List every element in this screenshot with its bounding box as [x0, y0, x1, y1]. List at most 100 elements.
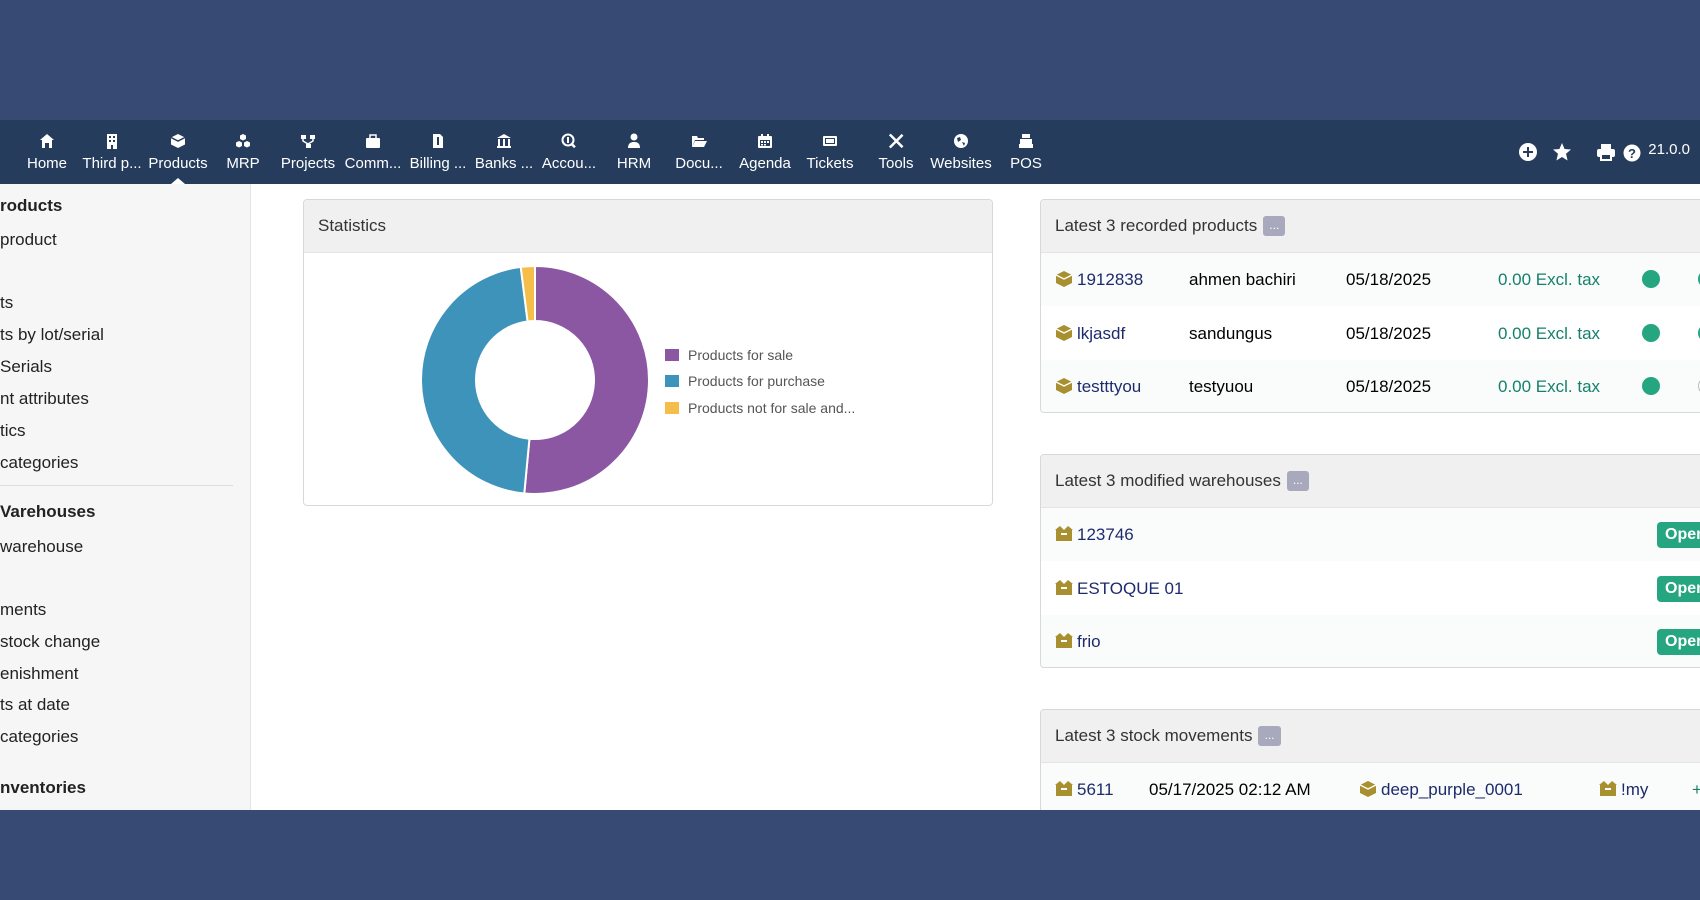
menu-item-home[interactable]: Home [14, 120, 80, 184]
menu-item-label: Banks ... [474, 155, 534, 172]
product-label: testyuou [1189, 377, 1254, 396]
menu-item-banks[interactable]: Banks ... [471, 120, 537, 184]
user-tie-icon [628, 133, 640, 148]
status-on-sale-dot [1642, 377, 1660, 395]
product-icon [1055, 271, 1073, 287]
menu-item-tools[interactable]: Tools [863, 120, 929, 184]
menu-item-third-p[interactable]: Third p... [79, 120, 145, 184]
latest-movements-title: Latest 3 stock movements [1055, 726, 1253, 745]
product-label: sandungus [1189, 324, 1273, 343]
warehouse-icon [1055, 580, 1073, 596]
sidebar-item-stock-change[interactable]: stock change [0, 632, 100, 652]
menu-item-agenda[interactable]: Agenda [732, 120, 798, 184]
product-ref-link[interactable]: lkjasdf [1077, 307, 1125, 360]
legend-swatch [665, 402, 679, 414]
menu-item-docu[interactable]: Docu... [666, 120, 732, 184]
status-badge: Open [1657, 576, 1700, 602]
status-on-sale-dot [1642, 270, 1660, 288]
movement-qty: + [1692, 763, 1700, 810]
menu-item-label: Products [148, 155, 208, 172]
menu-item-label: POS [1010, 155, 1042, 172]
more-button[interactable]: ... [1258, 726, 1281, 746]
menu-item-billing[interactable]: Billing ... [405, 120, 471, 184]
menu-item-products[interactable]: Products [145, 120, 211, 184]
warehouse-icon [1055, 633, 1073, 649]
product-label: ahmen bachiri [1189, 270, 1296, 289]
movement-icon [1055, 781, 1073, 797]
latest-products-title: Latest 3 recorded products [1055, 216, 1258, 235]
product-icon [1055, 325, 1073, 341]
movement-product-link[interactable]: deep_purple_0001 [1381, 763, 1523, 810]
statistics-donut-chart [420, 264, 650, 495]
star-icon[interactable] [1552, 142, 1572, 162]
left-sidebar: roducts product ts ts by lot/serial Seri… [0, 184, 251, 810]
latest-warehouses-title: Latest 3 modified warehouses [1055, 471, 1281, 490]
latest-movements-header: Latest 3 stock movements ... [1041, 710, 1700, 763]
table-row: ESTOQUE 01 Open [1041, 562, 1700, 615]
plus-circle-icon[interactable] [1518, 142, 1538, 162]
pie-slice-2[interactable] [420, 265, 531, 495]
menu-item-label: Projects [280, 155, 336, 172]
sidebar-item-stocks-at-date[interactable]: ts at date [0, 695, 70, 715]
sidebar-title-products[interactable]: roducts [0, 196, 62, 216]
menu-item-label: Agenda [739, 155, 791, 172]
latest-products-panel: Latest 3 recorded products ... 1912838 a… [1040, 199, 1700, 413]
menu-item-label: Billing ... [409, 155, 467, 172]
warehouse-ref-link[interactable]: ESTOQUE 01 [1077, 562, 1183, 615]
status-on-sale-dot [1642, 324, 1660, 342]
menu-item-tickets[interactable]: Tickets [797, 120, 863, 184]
more-button[interactable]: ... [1263, 216, 1286, 236]
svg-text:?: ? [1628, 146, 1636, 161]
product-date: 05/18/2025 [1346, 270, 1432, 289]
print-icon[interactable] [1596, 142, 1616, 162]
table-row: lkjasdf sandungus 05/18/2025 0.00 Excl. … [1041, 307, 1700, 360]
latest-products-header: Latest 3 recorded products ... [1041, 200, 1700, 253]
legend-item: Products for sale [665, 347, 793, 363]
warehouse-ref-link[interactable]: 123746 [1077, 508, 1134, 561]
menu-item-label: Docu... [675, 155, 723, 172]
sidebar-item-products-by-lot[interactable]: ts by lot/serial [0, 325, 104, 345]
cash-register-icon [1019, 134, 1033, 148]
menu-item-pos[interactable]: POS [993, 120, 1059, 184]
latest-warehouses-header: Latest 3 modified warehouses ... [1041, 455, 1700, 508]
more-button[interactable]: ... [1286, 471, 1309, 491]
product-price: 0.00 Excl. tax [1498, 324, 1601, 343]
menu-item-hrm[interactable]: HRM [601, 120, 667, 184]
ticket-icon [823, 136, 837, 146]
sidebar-item-new-product[interactable]: product [0, 230, 57, 250]
table-row: 1912838 ahmen bachiri 05/18/2025 0.00 Ex… [1041, 253, 1700, 306]
menu-item-accou[interactable]: Accou... [536, 120, 602, 184]
sidebar-item-statistics[interactable]: tics [0, 421, 26, 441]
sidebar-item-product-categories[interactable]: categories [0, 453, 78, 473]
product-price: 0.00 Excl. tax [1498, 270, 1601, 289]
sidebar-item-movements[interactable]: ments [0, 600, 46, 620]
menu-item-websites[interactable]: Websites [928, 120, 994, 184]
sidebar-item-replenishment[interactable]: enishment [0, 664, 78, 684]
sidebar-item-variant-attributes[interactable]: nt attributes [0, 389, 89, 409]
help-icon[interactable]: ? [1622, 142, 1642, 162]
warehouse-ref-link[interactable]: frio [1077, 615, 1101, 667]
menu-item-comm[interactable]: Comm... [340, 120, 406, 184]
menu-item-label: Accou... [541, 155, 597, 172]
sidebar-item-warehouse-categories[interactable]: categories [0, 727, 78, 747]
cubes-icon [236, 134, 250, 148]
product-price: 0.00 Excl. tax [1498, 377, 1601, 396]
sidebar-title-warehouses[interactable]: Varehouses [0, 502, 95, 522]
menu-item-mrp[interactable]: MRP [210, 120, 276, 184]
latest-movements-panel: Latest 3 stock movements ... 5611 05/17/… [1040, 709, 1700, 810]
invoice-icon [433, 134, 443, 148]
menu-item-projects[interactable]: Projects [275, 120, 341, 184]
product-ref-link[interactable]: 1912838 [1077, 253, 1143, 306]
sidebar-title-inventories[interactable]: nventories [0, 778, 86, 798]
product-ref-link[interactable]: testttyou [1077, 360, 1141, 412]
movement-warehouse-link[interactable]: !my [1621, 763, 1648, 810]
home-icon [40, 134, 54, 148]
movement-date: 05/17/2025 02:12 AM [1149, 780, 1311, 799]
sidebar-item-products-list[interactable]: ts [0, 293, 13, 313]
menu-item-label: Tools [878, 155, 914, 172]
sidebar-item-new-warehouse[interactable]: warehouse [0, 537, 83, 557]
pie-slice-1[interactable] [523, 264, 650, 495]
movement-ref-link[interactable]: 5611 [1077, 763, 1114, 810]
sidebar-item-serials[interactable]: Serials [0, 357, 52, 377]
menu-item-label: Comm... [344, 155, 402, 172]
